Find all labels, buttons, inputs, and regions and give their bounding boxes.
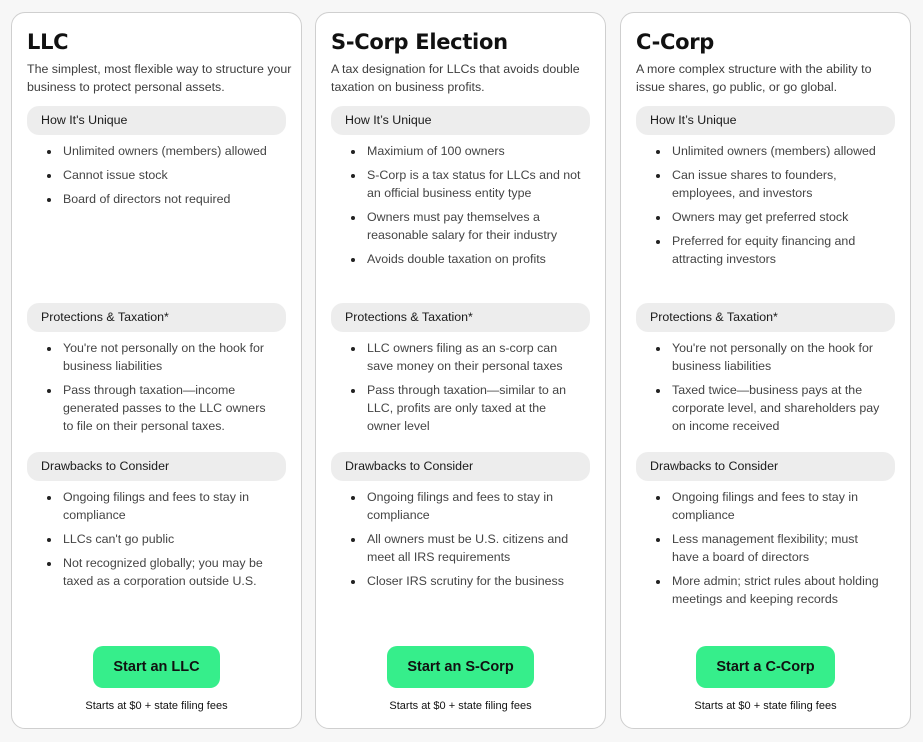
start-s-corp-button[interactable]: Start an S-Corp — [387, 646, 534, 688]
section-unique: How It’s Unique Unlimited owners (member… — [636, 106, 895, 274]
section-header-drawbacks: Drawbacks to Consider — [636, 452, 895, 481]
cta-container: Start a C-Corp — [621, 646, 910, 688]
protections-list: You're not personally on the hook for bu… — [27, 339, 286, 435]
card-c-corp: C-Corp A more complex structure with the… — [620, 12, 911, 729]
list-item: Maximium of 100 owners — [351, 142, 581, 160]
list-item: All owners must be U.S. citizens and mee… — [351, 530, 581, 566]
protections-list: You're not personally on the hook for bu… — [636, 339, 895, 435]
list-item: You're not personally on the hook for bu… — [656, 339, 886, 375]
section-header-unique: How It's Unique — [27, 106, 286, 135]
cta-container: Start an S-Corp — [316, 646, 605, 688]
section-header-drawbacks: Drawbacks to Consider — [331, 452, 590, 481]
start-c-corp-button[interactable]: Start a C-Corp — [696, 646, 835, 688]
section-drawbacks: Drawbacks to Consider Ongoing filings an… — [27, 452, 286, 596]
section-header-protections: Protections & Taxation* — [27, 303, 286, 332]
list-item: Unlimited owners (members) allowed — [47, 142, 277, 160]
list-item: Preferred for equity financing and attra… — [656, 232, 886, 268]
list-item: Unlimited owners (members) allowed — [656, 142, 886, 160]
section-unique: How It’s Unique Maximium of 100 owners S… — [331, 106, 590, 274]
drawbacks-list: Ongoing filings and fees to stay in comp… — [331, 488, 590, 590]
unique-list: Unlimited owners (members) allowed Canno… — [27, 142, 286, 208]
card-subtitle: A tax designation for LLCs that avoids d… — [331, 62, 580, 94]
list-item: You're not personally on the hook for bu… — [47, 339, 277, 375]
card-subtitle: A more complex structure with the abilit… — [636, 62, 872, 94]
card-title: S-Corp Election — [331, 30, 508, 54]
list-item: Pass through taxation—income generated p… — [47, 381, 277, 435]
list-item: S-Corp is a tax status for LLCs and not … — [351, 166, 581, 202]
list-item: More admin; strict rules about holding m… — [656, 572, 886, 608]
list-item: Ongoing filings and fees to stay in comp… — [47, 488, 277, 524]
fee-note: Starts at $0 + state filing fees — [85, 700, 228, 712]
list-item: Avoids double taxation on profits — [351, 250, 581, 268]
unique-list: Maximium of 100 owners S-Corp is a tax s… — [331, 142, 590, 268]
card-s-corp: S-Corp Election A tax designation for LL… — [315, 12, 606, 729]
card-subtitle: The simplest, most flexible way to struc… — [27, 62, 292, 94]
section-header-protections: Protections & Taxation* — [636, 303, 895, 332]
list-item: Not recognized globally; you may be taxe… — [47, 554, 277, 590]
list-item: Pass through taxation—similar to an LLC,… — [351, 381, 581, 435]
protections-list: LLC owners filing as an s-corp can save … — [331, 339, 590, 435]
card-title: LLC — [27, 30, 69, 54]
list-item: Less management flexibility; must have a… — [656, 530, 886, 566]
section-protections: Protections & Taxation* You're not perso… — [27, 303, 286, 441]
list-item: Owners may get preferred stock — [656, 208, 886, 226]
list-item: Closer IRS scrutiny for the business — [351, 572, 581, 590]
list-item: LLCs can't go public — [47, 530, 277, 548]
list-item: Ongoing filings and fees to stay in comp… — [656, 488, 886, 524]
list-item: Cannot issue stock — [47, 166, 277, 184]
section-protections: Protections & Taxation* LLC owners filin… — [331, 303, 590, 441]
section-protections: Protections & Taxation* You're not perso… — [636, 303, 895, 441]
section-drawbacks: Drawbacks to Consider Ongoing filings an… — [331, 452, 590, 596]
section-header-unique: How It’s Unique — [636, 106, 895, 135]
drawbacks-list: Ongoing filings and fees to stay in comp… — [27, 488, 286, 590]
section-header-drawbacks: Drawbacks to Consider — [27, 452, 286, 481]
list-item: Ongoing filings and fees to stay in comp… — [351, 488, 581, 524]
card-title: C-Corp — [636, 30, 715, 54]
start-llc-button[interactable]: Start an LLC — [93, 646, 220, 688]
fee-note: Starts at $0 + state filing fees — [389, 700, 532, 712]
drawbacks-list: Ongoing filings and fees to stay in comp… — [636, 488, 895, 608]
list-item: Owners must pay themselves a reasonable … — [351, 208, 581, 244]
list-item: LLC owners filing as an s-corp can save … — [351, 339, 581, 375]
card-llc: LLC The simplest, most flexible way to s… — [11, 12, 302, 729]
section-unique: How It's Unique Unlimited owners (member… — [27, 106, 286, 214]
section-header-unique: How It’s Unique — [331, 106, 590, 135]
cta-container: Start an LLC — [12, 646, 301, 688]
entity-comparison: LLC The simplest, most flexible way to s… — [0, 0, 923, 742]
list-item: Can issue shares to founders, employees,… — [656, 166, 886, 202]
fee-note: Starts at $0 + state filing fees — [694, 700, 837, 712]
section-drawbacks: Drawbacks to Consider Ongoing filings an… — [636, 452, 895, 614]
list-item: Taxed twice—business pays at the corpora… — [656, 381, 886, 435]
list-item: Board of directors not required — [47, 190, 277, 208]
section-header-protections: Protections & Taxation* — [331, 303, 590, 332]
unique-list: Unlimited owners (members) allowed Can i… — [636, 142, 895, 268]
